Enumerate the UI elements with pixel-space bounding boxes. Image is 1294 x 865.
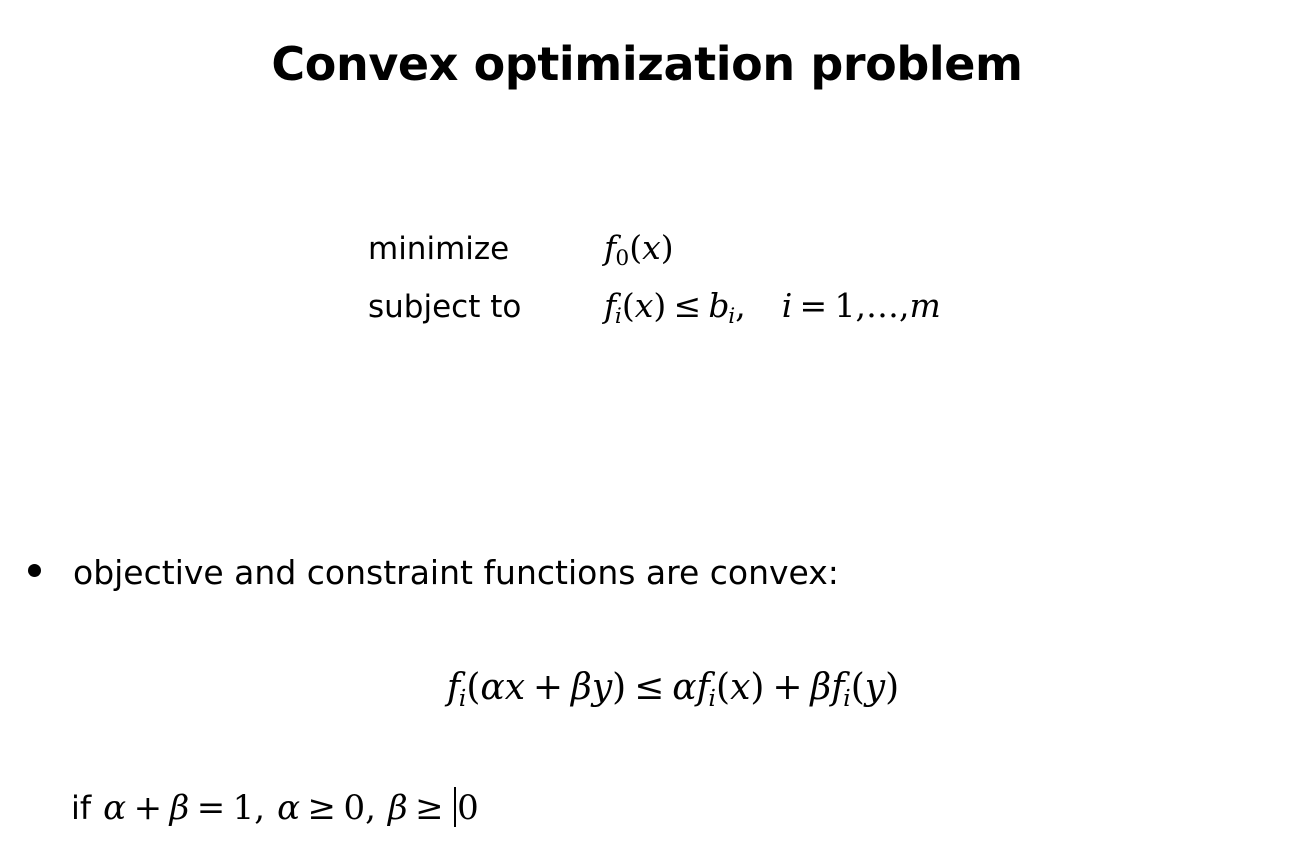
convexity-inequality-equation: fi(αx + βy) ≤ αfi(x) + βfi(y) <box>0 663 1294 723</box>
index-comma-2: , <box>898 286 910 325</box>
equation-rhs-arg-1: x <box>730 667 751 708</box>
equation-rhs-alpha: α <box>672 667 697 708</box>
constraint-comma: , <box>735 286 746 325</box>
equation-relation-symbol: ≤ <box>634 667 665 708</box>
equation-rhs-close-paren-2: ) <box>885 667 900 708</box>
constraint-expression: fi(x) ≤ bi, i = 1,…,m <box>604 286 941 337</box>
equation-rhs-subscript-2: i <box>843 683 851 712</box>
equation-rhs-fn-1: f <box>696 667 710 708</box>
condition-zero-value-1: 0 <box>343 788 366 828</box>
index-ellipsis: … <box>865 286 899 325</box>
condition-zero-value-2: 0 <box>457 788 479 828</box>
equation-rhs-open-paren-1: ( <box>716 667 731 708</box>
constraint-argument: x <box>634 286 654 325</box>
condition-alpha: α <box>103 788 127 828</box>
equation-beta: β <box>571 667 592 708</box>
condition-plus-sign: + <box>133 788 163 828</box>
objective-open-paren: ( <box>629 228 643 267</box>
constraint-bound-name: b <box>708 286 730 325</box>
equation-rhs-beta: β <box>810 667 832 708</box>
equation-plus-sign: + <box>532 667 564 708</box>
equation-rhs-plus-sign: + <box>772 667 803 708</box>
objective-label: minimize <box>368 231 510 267</box>
constraint-label: subject to <box>368 289 522 325</box>
condition-comma-1: , <box>254 788 266 828</box>
constraint-close-paren: ) <box>653 286 667 325</box>
equation-rhs-close-paren-1: ) <box>750 667 765 708</box>
equation-lhs-subscript: i <box>458 683 467 712</box>
index-equals-sign: = <box>799 286 828 325</box>
objective-argument: x <box>642 228 661 267</box>
condition-alpha-2: α <box>277 788 301 828</box>
constraint-open-paren: ( <box>621 286 635 325</box>
equation-lhs-close-paren: ) <box>612 667 627 708</box>
equation-alpha: α <box>480 667 505 708</box>
equation-rhs-open-paren-2: ( <box>850 667 865 708</box>
page-title: Convex optimization problem <box>271 37 1023 91</box>
index-start-value: 1 <box>834 286 856 325</box>
equation-y: y <box>591 667 613 708</box>
list-item: objective and constraint functions are c… <box>28 552 839 594</box>
equation-lhs-open-paren: ( <box>466 667 481 708</box>
condition-geq-sign-1: ≥ <box>307 788 337 828</box>
index-comma-1: , <box>855 286 866 325</box>
text-cursor-caret <box>454 787 457 827</box>
objective-close-paren: ) <box>660 228 674 267</box>
constraint-fn-subscript: i <box>614 304 622 330</box>
problem-row-objective: minimize f0(x) <box>368 228 941 286</box>
condition-if-keyword: if <box>71 789 92 827</box>
condition-beta: β <box>169 788 190 828</box>
equation-x: x <box>504 667 526 708</box>
equation-rhs-arg-2: y <box>864 667 886 708</box>
optimization-problem-block: minimize f0(x) subject to fi(x) ≤ bi, i = 1,…… <box>368 228 941 344</box>
bullet-item-label: objective and constraint functions are c… <box>73 553 839 592</box>
condition-beta-2: β <box>387 788 408 828</box>
slide-canvas: Convex optimization problem minimize f0(… <box>0 0 1294 865</box>
condition-geq-sign-2: ≥ <box>415 788 444 828</box>
objective-fn-subscript: 0 <box>615 246 630 272</box>
index-end-value: m <box>909 286 941 325</box>
index-variable: i <box>781 286 793 325</box>
objective-expression: f0(x) <box>604 228 674 279</box>
condition-equals-sign: = <box>196 788 226 828</box>
condition-one-value: 1 <box>232 788 255 828</box>
condition-comma-2: , <box>365 788 376 828</box>
bullet-point-icon <box>28 564 41 577</box>
convexity-condition-line: if α + β = 1, α ≥0, β ≥0 <box>71 784 479 832</box>
problem-row-constraint: subject to fi(x) ≤ bi, i = 1,…,m <box>368 286 941 344</box>
constraint-relation-symbol: ≤ <box>673 286 702 325</box>
